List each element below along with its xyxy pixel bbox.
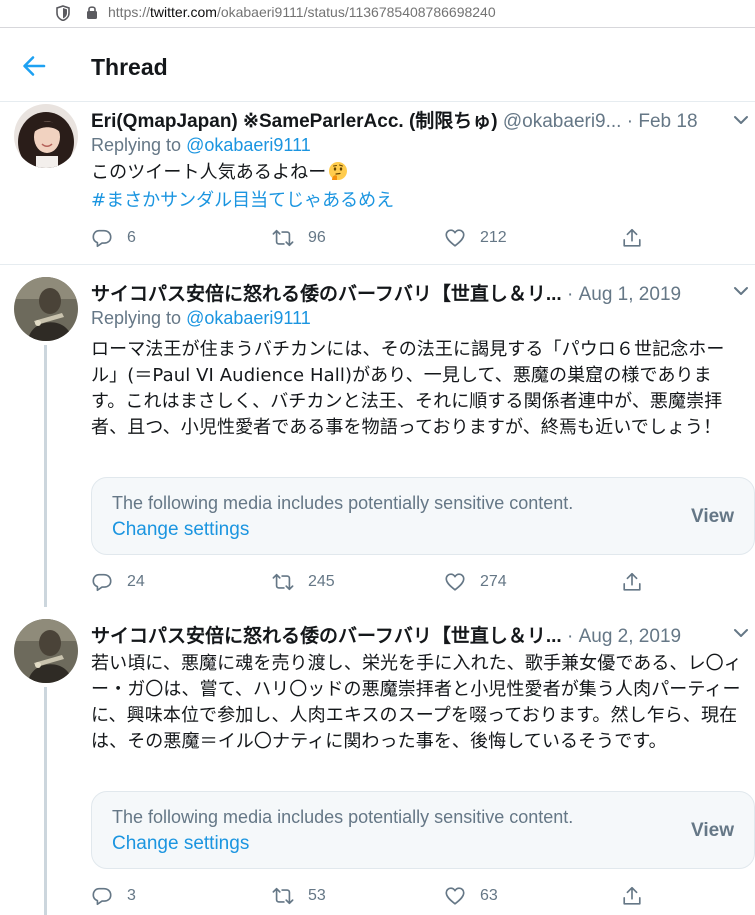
separator-dot: · [626,111,634,132]
chevron-down-icon[interactable] [733,627,749,639]
sensitive-media-message: The following media includes potentially… [112,493,574,513]
reply-icon [92,573,112,592]
retweet-icon [272,573,294,591]
tweet-header: サイコパス安倍に怒れる倭のバーフバリ【世直し＆リ... · Aug 2, 201… [91,621,681,648]
heart-icon [445,229,465,247]
reply-button[interactable]: 3 [91,883,136,909]
url-path: /okabaeri9111/status/1136785408786698240 [216,4,496,20]
tweet-date[interactable]: Aug 1, 2019 [579,284,681,305]
reply-icon [92,887,112,906]
thread-line [44,345,47,607]
sensitive-media-card[interactable]: The following media includes potentially… [91,791,755,869]
like-button[interactable]: 212 [444,225,507,251]
lock-icon[interactable] [86,5,98,20]
display-name[interactable]: サイコパス安倍に怒れる倭のバーフバリ【世直し＆リ... [91,626,562,647]
retweet-count: 53 [308,887,326,904]
tweet-text: ローマ法王が住まうバチカンには、その法王に謁見する「パウロ６世記念ホール」(＝P… [91,339,725,438]
url-host: twitter.com [150,4,217,20]
like-button[interactable]: 274 [444,569,507,595]
retweet-button[interactable]: 53 [272,883,326,909]
tweet-date[interactable]: Feb 18 [638,111,697,132]
chevron-down-icon[interactable] [733,285,749,297]
chevron-down-icon[interactable] [733,114,749,126]
share-icon [623,572,641,591]
sensitive-media-card[interactable]: The following media includes potentially… [91,477,755,555]
shield-icon[interactable] [56,5,70,21]
avatar[interactable] [14,619,78,683]
replying-to: Replying to @okabaeri9111 [91,308,311,329]
replying-to-link[interactable]: @okabaeri9111 [186,308,311,328]
change-settings-link[interactable]: Change settings [112,519,249,541]
avatar[interactable] [14,277,78,341]
thread-line [44,687,47,915]
tweet-actions: 6 96 212 [91,225,651,251]
view-button[interactable]: View [691,506,734,528]
tweet-actions: 3 53 63 [91,883,651,909]
tweet-text-content: このツイート人気あるよねー [91,162,327,183]
replying-label: Replying to [91,135,182,155]
tweet-header: サイコパス安倍に怒れる倭のバーフバリ【世直し＆リ... · Aug 1, 201… [91,279,681,306]
retweet-count: 96 [308,229,326,246]
replying-to: Replying to @okabaeri9111 [91,135,311,156]
tweet-text: 若い頃に、悪魔に魂を売り渡し、栄光を手に入れた、歌手兼女優である、レ〇ィー・ガ〇… [91,653,742,752]
thinking-face-emoji-icon [329,162,348,180]
browser-url-bar[interactable]: https://twitter.com/okabaeri9111/status/… [0,0,755,28]
tweet-actions: 24 245 274 [91,569,651,595]
display-name[interactable]: サイコパス安倍に怒れる倭のバーフバリ【世直し＆リ... [91,284,562,305]
tweet-header: Eri(QmapJapan) ※SameParlerAcc. (制限ちゅ) @o… [91,106,698,133]
share-button[interactable] [621,225,643,251]
user-handle[interactable]: @okabaeri9... [503,111,622,132]
share-icon [623,228,641,247]
heart-icon [445,573,465,591]
page-header: Thread [0,28,755,102]
share-button[interactable] [621,569,643,595]
like-count: 274 [480,573,507,590]
page-title: Thread [91,54,168,80]
retweet-button[interactable]: 245 [272,569,335,595]
heart-icon [445,887,465,905]
reply-count: 24 [127,573,145,590]
like-button[interactable]: 63 [444,883,498,909]
retweet-icon [272,229,294,247]
avatar[interactable] [14,104,78,168]
back-arrow-icon[interactable] [22,55,46,77]
url-text[interactable]: https://twitter.com/okabaeri9111/status/… [108,4,496,20]
reply-button[interactable]: 6 [91,225,136,251]
retweet-icon [272,887,294,905]
share-button[interactable] [621,883,643,909]
view-button[interactable]: View [691,820,734,842]
tweet-text: このツイート人気あるよねー [91,160,743,186]
hashtag-link[interactable]: #まさかサンダル目当てじゃあるめえ [91,186,394,212]
tweet[interactable]: サイコパス安倍に怒れる倭のバーフバリ【世直し＆リ... · Aug 2, 201… [0,607,755,915]
change-settings-link[interactable]: Change settings [112,833,249,855]
share-icon [623,886,641,905]
tweet[interactable]: Eri(QmapJapan) ※SameParlerAcc. (制限ちゅ) @o… [0,102,755,265]
replying-to-link[interactable]: @okabaeri9111 [186,135,311,155]
separator-dot: · [566,284,574,305]
sensitive-media-message: The following media includes potentially… [112,807,574,827]
url-prefix: https:// [108,4,151,20]
reply-icon [92,229,112,248]
tweet[interactable]: サイコパス安倍に怒れる倭のバーフバリ【世直し＆リ... · Aug 1, 201… [0,265,755,607]
reply-count: 6 [127,229,136,246]
tweet-date[interactable]: Aug 2, 2019 [579,626,681,647]
like-count: 212 [480,229,507,246]
reply-count: 3 [127,887,136,904]
retweet-button[interactable]: 96 [272,225,326,251]
display-name[interactable]: Eri(QmapJapan) ※SameParlerAcc. (制限ちゅ) [91,111,498,132]
separator-dot: · [566,626,574,647]
retweet-count: 245 [308,573,335,590]
like-count: 63 [480,887,498,904]
reply-button[interactable]: 24 [91,569,145,595]
replying-label: Replying to [91,308,182,328]
